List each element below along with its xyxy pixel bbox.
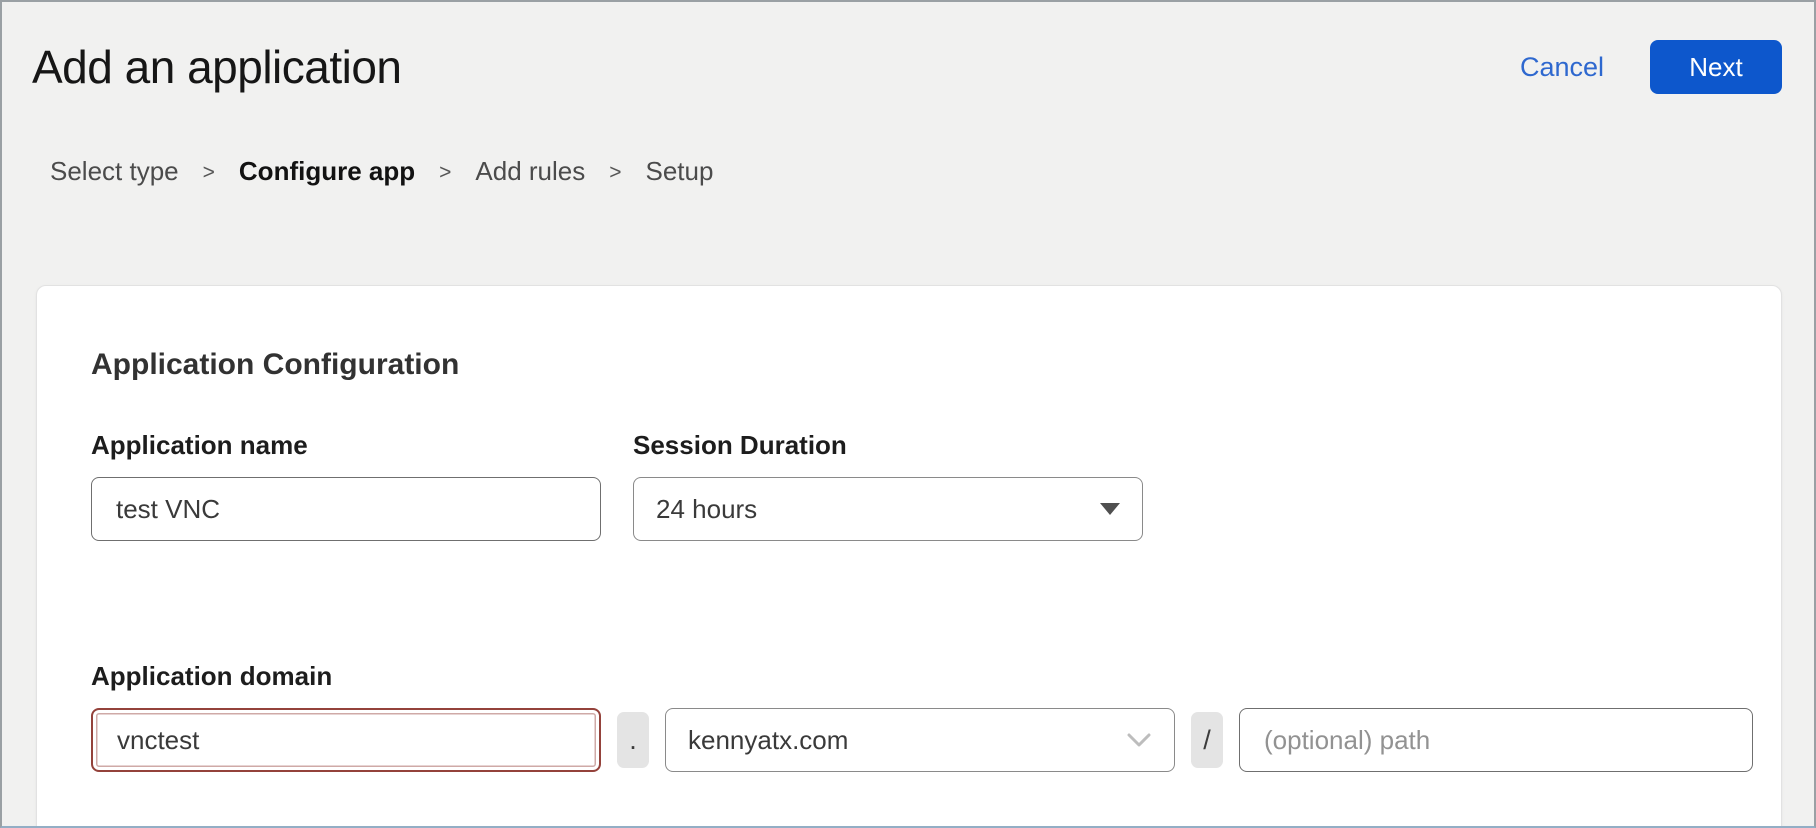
step-separator: > bbox=[439, 158, 451, 185]
domain-select[interactable]: kennyatx.com bbox=[665, 708, 1175, 772]
step-select-type[interactable]: Select type bbox=[50, 156, 179, 187]
name-duration-row: Application name Session Duration 24 hou… bbox=[91, 430, 1781, 541]
next-button[interactable]: Next bbox=[1650, 40, 1782, 94]
domain-select-value: kennyatx.com bbox=[688, 725, 848, 756]
application-domain-label: Application domain bbox=[91, 661, 332, 691]
add-application-page: Add an application Cancel Next Select ty… bbox=[0, 0, 1816, 828]
caret-down-icon bbox=[1100, 503, 1120, 515]
cancel-link[interactable]: Cancel bbox=[1520, 52, 1604, 83]
step-separator: > bbox=[609, 158, 621, 185]
step-configure-app[interactable]: Configure app bbox=[239, 156, 415, 187]
chevron-down-icon bbox=[1126, 732, 1152, 748]
slash-separator-badge: / bbox=[1191, 712, 1223, 768]
application-name-input[interactable] bbox=[91, 477, 601, 541]
section-heading: Application Configuration bbox=[91, 348, 1781, 382]
session-duration-select[interactable]: 24 hours bbox=[633, 477, 1143, 541]
application-domain-section: Application domain . kennyatx.com / bbox=[91, 661, 1781, 772]
step-separator: > bbox=[203, 158, 215, 185]
application-name-label: Application name bbox=[91, 430, 601, 461]
subdomain-input[interactable] bbox=[91, 708, 601, 772]
configuration-card: Application Configuration Application na… bbox=[36, 285, 1782, 828]
session-duration-label: Session Duration bbox=[633, 430, 1143, 461]
dot-separator-badge: . bbox=[617, 712, 649, 768]
page-title: Add an application bbox=[32, 40, 402, 94]
session-duration-value: 24 hours bbox=[656, 494, 757, 525]
step-setup[interactable]: Setup bbox=[646, 156, 714, 187]
application-domain-row: . kennyatx.com / bbox=[91, 692, 1781, 772]
session-duration-field: Session Duration 24 hours bbox=[633, 430, 1143, 541]
path-input[interactable] bbox=[1239, 708, 1753, 772]
step-add-rules[interactable]: Add rules bbox=[475, 156, 585, 187]
application-name-field: Application name bbox=[91, 430, 601, 541]
page-header: Add an application Cancel Next bbox=[2, 2, 1814, 94]
header-actions: Cancel Next bbox=[1520, 40, 1782, 94]
wizard-steps: Select type > Configure app > Add rules … bbox=[50, 156, 1814, 187]
